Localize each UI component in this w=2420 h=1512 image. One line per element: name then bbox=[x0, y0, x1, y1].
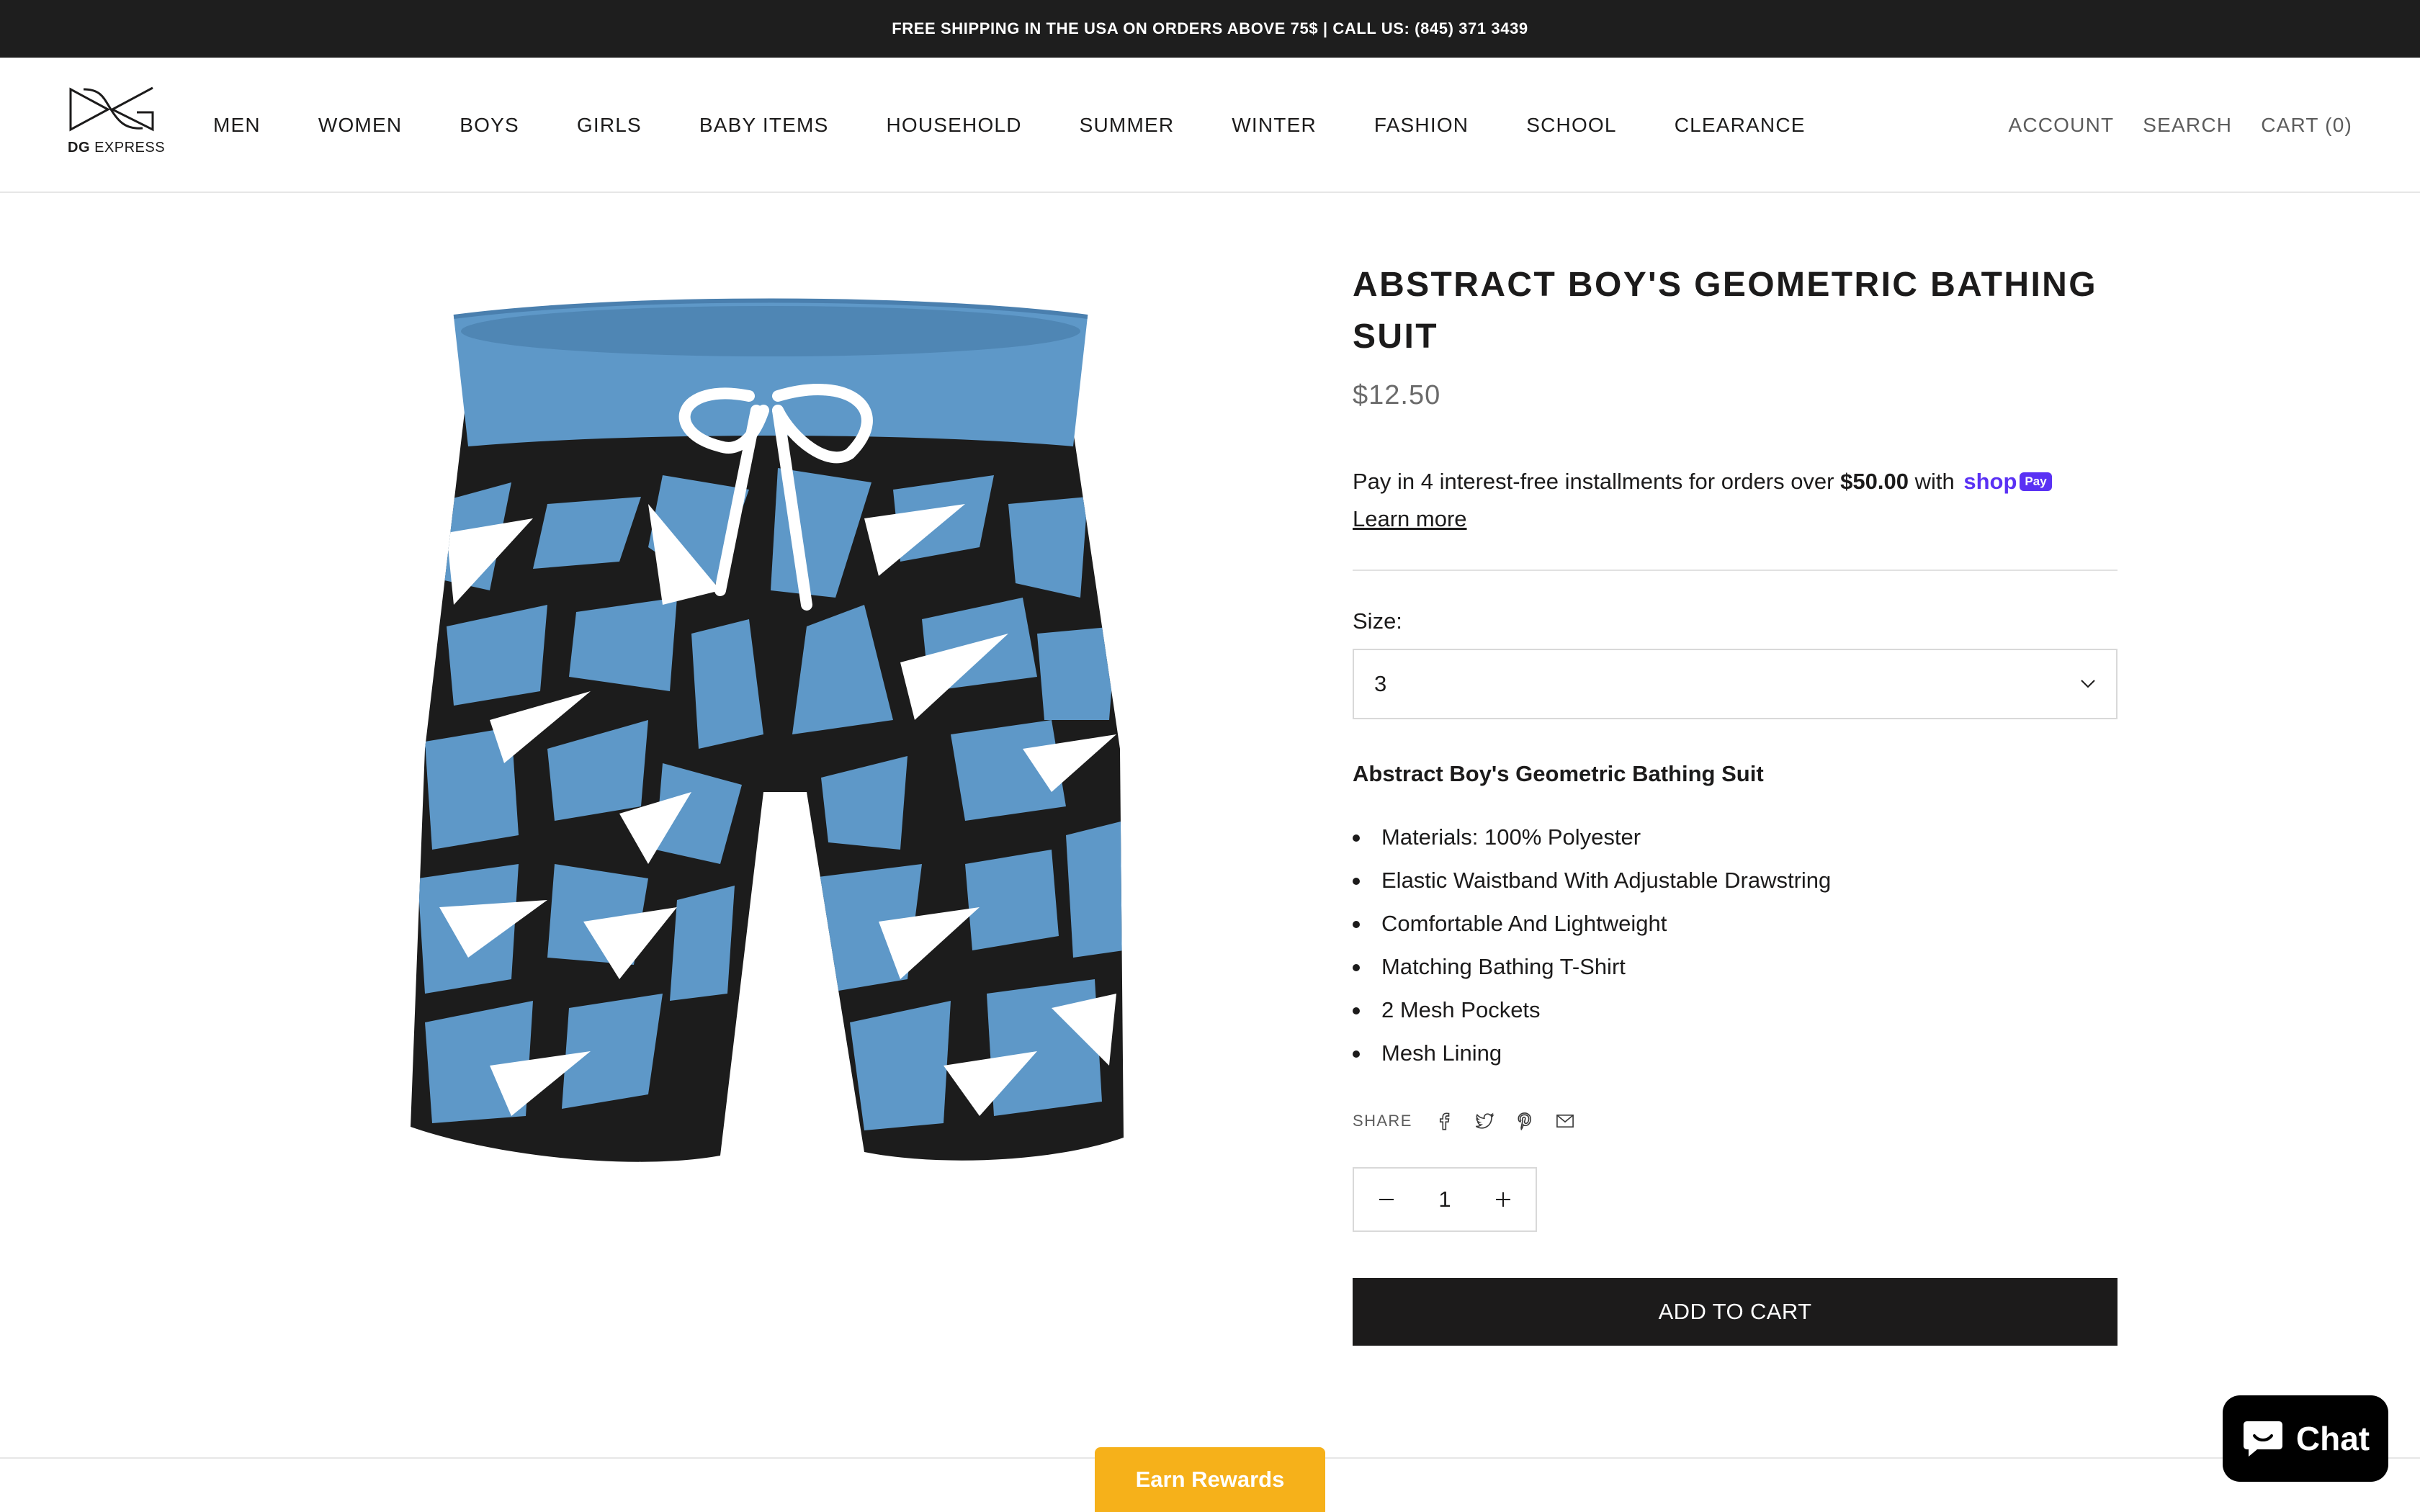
pinterest-icon[interactable] bbox=[1513, 1110, 1536, 1133]
add-to-cart-button[interactable]: ADD TO CART bbox=[1353, 1278, 2118, 1346]
nav-clearance[interactable]: CLEARANCE bbox=[1675, 114, 1806, 137]
announcement-bar: FREE SHIPPING IN THE USA ON ORDERS ABOVE… bbox=[0, 0, 2420, 58]
product-image[interactable] bbox=[403, 288, 1138, 1181]
minus-icon bbox=[1379, 1199, 1394, 1200]
nav-girls[interactable]: GIRLS bbox=[577, 114, 642, 137]
size-select-value: 3 bbox=[1374, 671, 1387, 696]
secondary-nav: ACCOUNT SEARCH CART (0) bbox=[1979, 58, 2352, 193]
installments-suffix: with bbox=[1914, 469, 1955, 494]
earn-rewards-label: Earn Rewards bbox=[1135, 1467, 1285, 1492]
description-title: Abstract Boy's Geometric Bathing Suit bbox=[1353, 761, 1764, 786]
logo-text: DG EXPRESS bbox=[68, 140, 166, 156]
quantity-stepper: 1 bbox=[1353, 1167, 1537, 1232]
nav-school[interactable]: SCHOOL bbox=[1526, 114, 1616, 137]
list-item: Matching Bathing T-Shirt bbox=[1353, 945, 2118, 989]
size-select[interactable]: 3 bbox=[1353, 649, 2118, 719]
account-link[interactable]: ACCOUNT bbox=[2008, 114, 2114, 137]
shop-pay-logo: shop Pay bbox=[1963, 463, 2052, 500]
list-item: Comfortable And Lightweight bbox=[1353, 902, 2118, 945]
twitter-icon[interactable] bbox=[1473, 1110, 1496, 1133]
chevron-down-icon bbox=[2081, 680, 2095, 688]
feature-list: Materials: 100% Polyester Elastic Waistb… bbox=[1353, 816, 2118, 1075]
site-logo[interactable]: DG EXPRESS bbox=[68, 84, 166, 158]
chat-label: Chat bbox=[2295, 1420, 2370, 1457]
installments-banner: Pay in 4 interest-free installments for … bbox=[1353, 463, 2118, 538]
nav-fashion[interactable]: FASHION bbox=[1374, 114, 1469, 137]
cart-link[interactable]: CART (0) bbox=[2261, 114, 2352, 137]
product-info: ABSTRACT BOY'S GEOMETRIC BATHING SUIT $1… bbox=[1353, 259, 2118, 1346]
installments-amount: $50.00 bbox=[1840, 469, 1909, 494]
divider bbox=[1353, 570, 2118, 571]
quantity-value[interactable]: 1 bbox=[1438, 1187, 1451, 1212]
list-item: Materials: 100% Polyester bbox=[1353, 816, 2118, 859]
nav-boys[interactable]: BOYS bbox=[460, 114, 519, 137]
email-icon[interactable] bbox=[1554, 1110, 1577, 1133]
share-label: SHARE bbox=[1353, 1112, 1412, 1130]
plus-icon bbox=[1496, 1192, 1510, 1207]
swim-shorts-image bbox=[411, 298, 1124, 1162]
learn-more-link[interactable]: Learn more bbox=[1353, 506, 1467, 531]
earn-rewards-button[interactable]: Earn Rewards bbox=[1095, 1447, 1325, 1512]
list-item: Elastic Waistband With Adjustable Drawst… bbox=[1353, 859, 2118, 902]
site-header: DG EXPRESS MEN WOMEN BOYS GIRLS BABY ITE… bbox=[0, 58, 2420, 193]
product-price: $12.50 bbox=[1353, 380, 1441, 410]
size-label: Size: bbox=[1353, 608, 1402, 634]
nav-winter[interactable]: WINTER bbox=[1232, 114, 1317, 137]
nav-baby-items[interactable]: BABY ITEMS bbox=[699, 114, 829, 137]
chat-bubble-icon bbox=[2243, 1421, 2282, 1457]
dg-logo-icon bbox=[69, 86, 154, 132]
list-item: 2 Mesh Pockets bbox=[1353, 989, 2118, 1032]
nav-summer[interactable]: SUMMER bbox=[1080, 114, 1175, 137]
search-link[interactable]: SEARCH bbox=[2143, 114, 2232, 137]
product-title: ABSTRACT BOY'S GEOMETRIC BATHING SUIT bbox=[1353, 266, 2097, 356]
list-item: Mesh Lining bbox=[1353, 1032, 2118, 1075]
decrease-quantity-button[interactable] bbox=[1354, 1169, 1419, 1230]
installments-prefix: Pay in 4 interest-free installments for … bbox=[1353, 469, 1834, 494]
main-nav: MEN WOMEN BOYS GIRLS BABY ITEMS HOUSEHOL… bbox=[213, 58, 1806, 193]
nav-household[interactable]: HOUSEHOLD bbox=[886, 114, 1021, 137]
share-row: SHARE bbox=[1353, 1110, 2118, 1133]
chat-button[interactable]: Chat bbox=[2223, 1395, 2388, 1482]
nav-men[interactable]: MEN bbox=[213, 114, 261, 137]
nav-women[interactable]: WOMEN bbox=[318, 114, 402, 137]
facebook-icon[interactable] bbox=[1433, 1110, 1456, 1133]
announcement-text: FREE SHIPPING IN THE USA ON ORDERS ABOVE… bbox=[892, 19, 1528, 37]
increase-quantity-button[interactable] bbox=[1471, 1169, 1536, 1230]
